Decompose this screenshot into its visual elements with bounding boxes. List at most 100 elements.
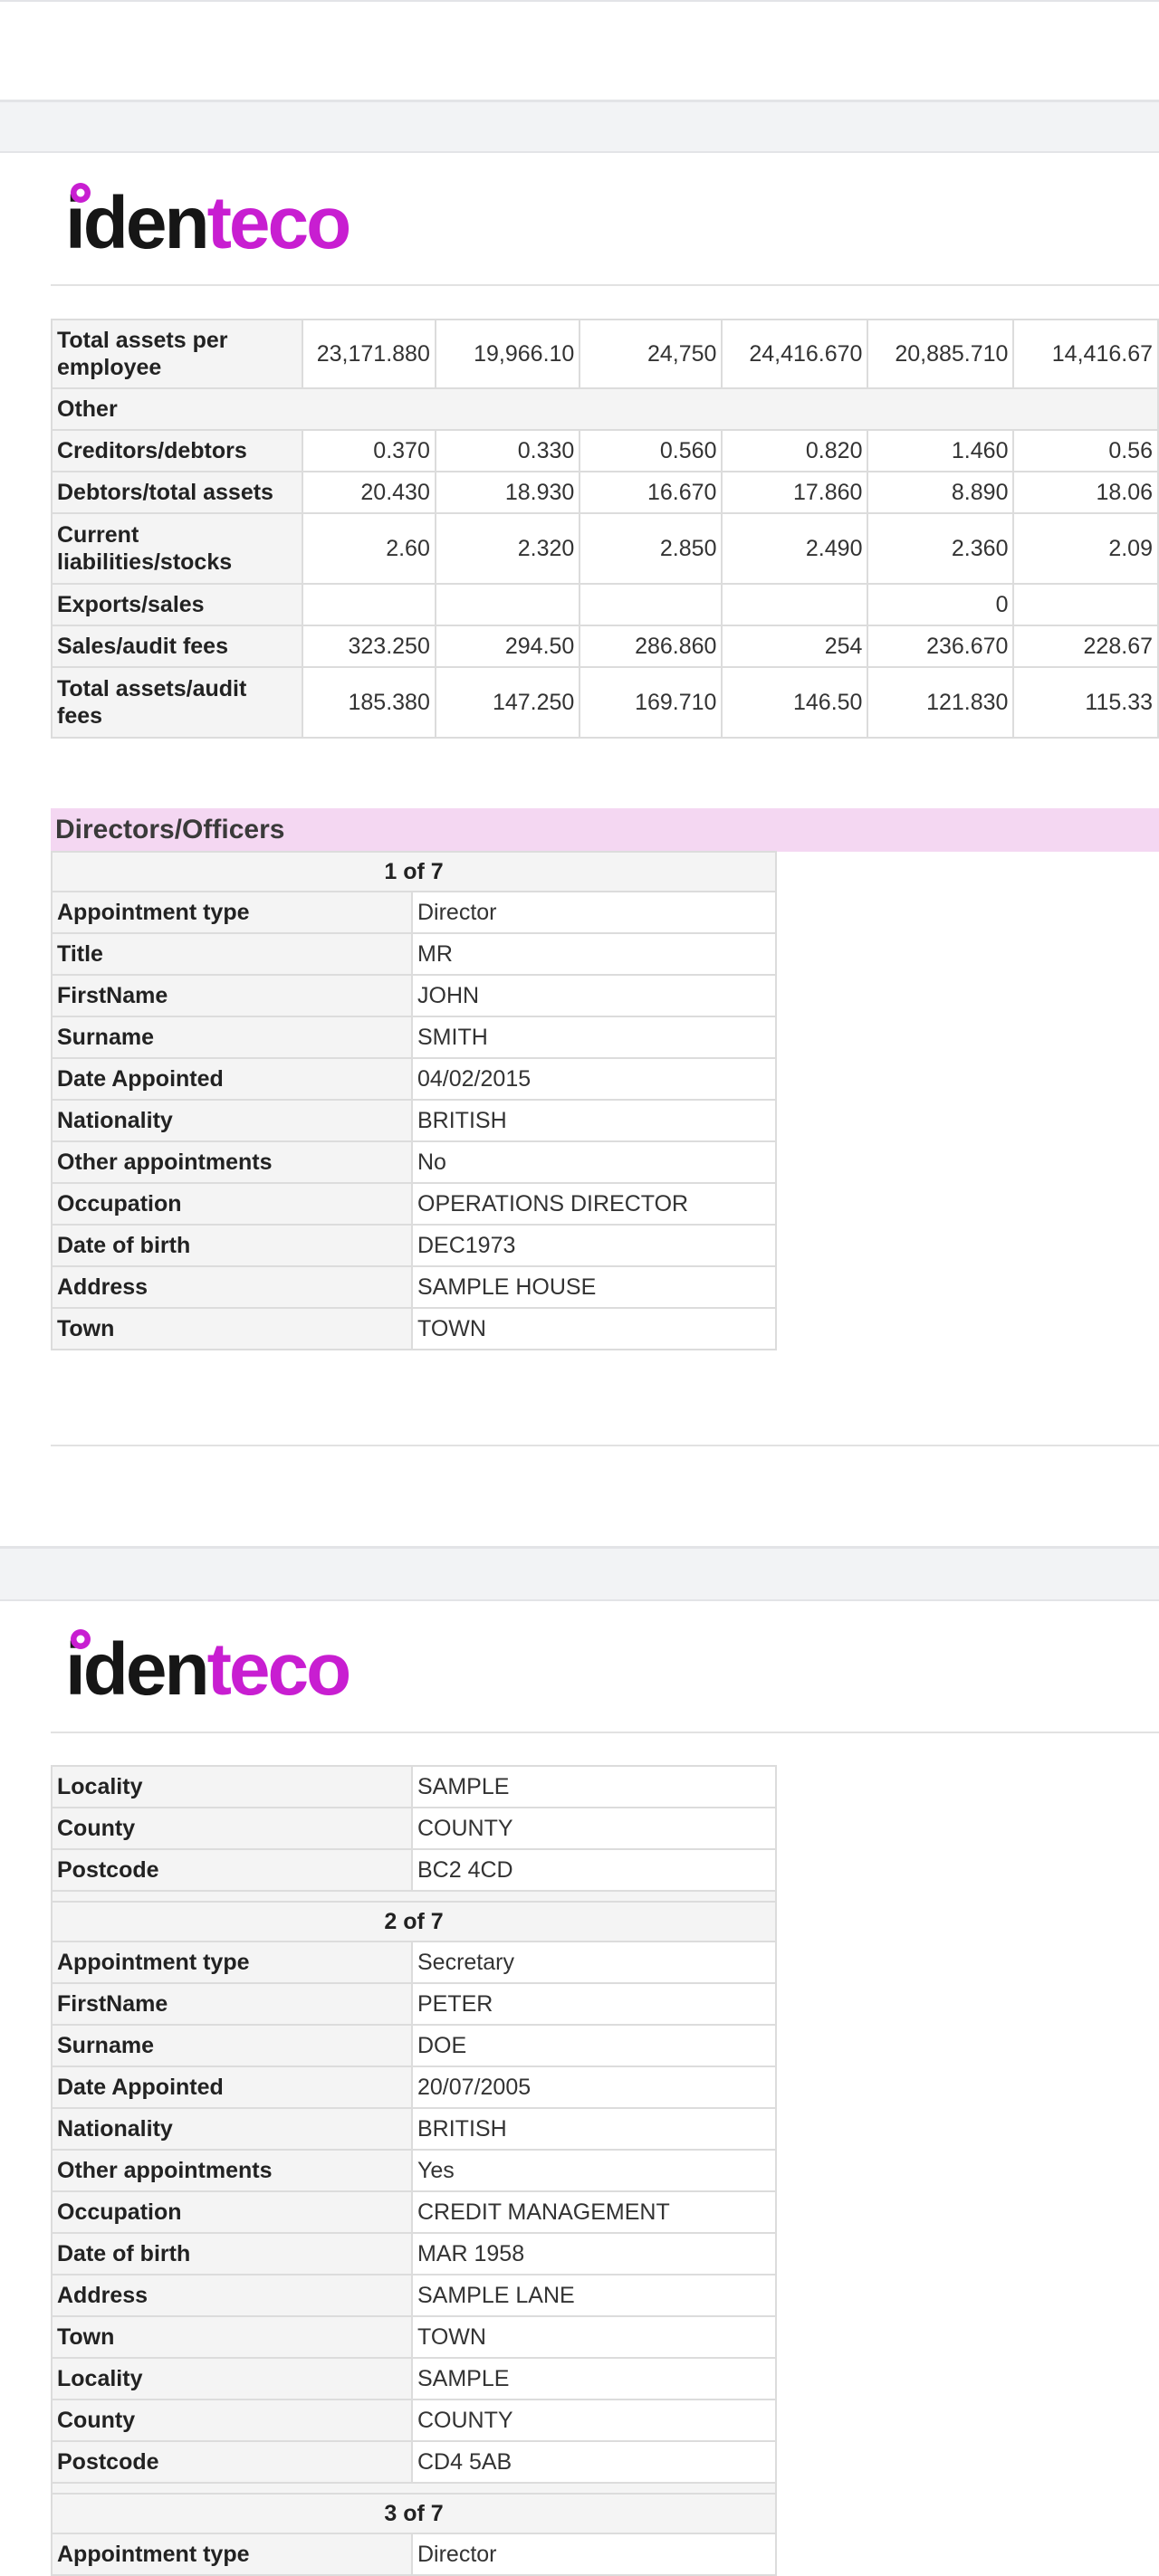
officer-table-1: 1 of 7 Appointment type Director Title MR Fir…	[50, 851, 778, 1350]
header-rule	[51, 1732, 1159, 1733]
field-value: Director	[411, 2533, 777, 2576]
ratio-value: 2.60	[302, 512, 436, 585]
spacer-cell	[51, 2482, 777, 2495]
field-label: Nationality	[51, 2107, 413, 2151]
field-label: Date of birth	[51, 2232, 413, 2275]
field-value: Yes	[411, 2149, 777, 2192]
ratio-value: 121.830	[867, 666, 1015, 739]
field-value: COUNTY	[411, 2399, 777, 2442]
officer-counter: 2 of 7	[51, 1901, 777, 1942]
ratio-row: Creditors/debtors 0.370 0.330 0.560 0.820 1.4…	[50, 429, 1159, 472]
ratio-row: Exports/sales 0	[50, 583, 1159, 626]
ratio-value	[302, 583, 436, 626]
ratio-value: 0.560	[579, 429, 723, 472]
ratio-row: Debtors/total assets 20.430 18.930 16.670 17…	[50, 471, 1159, 514]
officer-row: FirstName JOHN	[51, 974, 778, 1017]
officer-table-2: Locality SAMPLE County COUNTY Postcode BC2 4C…	[51, 1765, 777, 2576]
officer-header-row: 1 of 7	[50, 851, 778, 892]
ratio-value: 228.67	[1012, 625, 1159, 668]
field-label: Appointment type	[51, 1941, 413, 1984]
officer-row: Locality SAMPLE	[51, 1765, 777, 1808]
ratio-label: Current liabilities/stocks	[50, 512, 304, 585]
officer-row: Appointment type Director	[51, 2533, 777, 2576]
field-value: OPERATIONS DIRECTOR	[410, 1182, 778, 1226]
field-label: Address	[51, 2274, 413, 2317]
officer-header-row: 2 of 7	[51, 1901, 777, 1942]
ratio-row: Total assets per employee 23,171.880 19,96…	[50, 319, 1159, 389]
ratio-label: Total assets per employee	[50, 319, 304, 389]
field-value: No	[410, 1140, 778, 1184]
officer-row: Appointment type Secretary	[51, 1941, 777, 1984]
field-value: MR	[410, 932, 778, 976]
officer-row: Town TOWN	[51, 1307, 778, 1350]
officer-row: Postcode BC2 4CD	[51, 1848, 777, 1892]
field-label: Town	[51, 1307, 413, 1350]
ratio-value: 24,750	[579, 319, 723, 389]
field-label: Nationality	[51, 1099, 413, 1142]
field-value: PETER	[411, 1982, 777, 2026]
ratio-value	[579, 583, 723, 626]
field-label: Occupation	[51, 2190, 413, 2234]
officer-row: County COUNTY	[51, 2399, 777, 2442]
field-label: Postcode	[51, 2440, 413, 2484]
page-gap-2	[0, 1546, 1159, 1601]
field-value: SAMPLE	[411, 2357, 777, 2400]
field-value: Secretary	[411, 1941, 777, 1984]
ratio-value: 2.09	[1012, 512, 1159, 585]
field-value: SAMPLE	[411, 1765, 777, 1808]
ratio-value: 1.460	[867, 429, 1015, 472]
ratio-value: 18.06	[1012, 471, 1159, 514]
ratio-value: 19,966.10	[434, 319, 581, 389]
ratio-value: 169.710	[579, 666, 723, 739]
officer-row: Other appointments No	[51, 1140, 778, 1184]
group-spacer	[51, 1890, 777, 1903]
ratio-value: 8.890	[867, 471, 1015, 514]
field-label: Date Appointed	[51, 2066, 413, 2109]
ratio-value: 0.820	[721, 429, 869, 472]
field-label: Surname	[51, 1016, 413, 1059]
field-label: Postcode	[51, 1848, 413, 1892]
ratio-value: 0	[867, 583, 1015, 626]
field-label: Surname	[51, 2024, 413, 2067]
officer-row: Title MR	[51, 932, 778, 976]
ratio-value: 2.490	[721, 512, 869, 585]
officer-row: Address SAMPLE HOUSE	[51, 1265, 778, 1309]
field-value: CD4 5AB	[411, 2440, 777, 2484]
field-value: TOWN	[411, 2315, 777, 2359]
field-label: Date of birth	[51, 1224, 413, 1267]
field-value: TOWN	[410, 1307, 778, 1350]
field-label: Other appointments	[51, 1140, 413, 1184]
officer-counter: 3 of 7	[51, 2493, 777, 2534]
ratio-value: 254	[721, 625, 869, 668]
officer-header-row: 3 of 7	[51, 2493, 777, 2534]
ratio-value: 0.330	[434, 429, 581, 472]
field-label: County	[51, 2399, 413, 2442]
page-gap-1	[0, 100, 1159, 153]
officer-row: Locality SAMPLE	[51, 2357, 777, 2400]
ratio-value: 2.850	[579, 512, 723, 585]
ratio-row: Total assets/audit fees 185.380 147.250 169…	[50, 666, 1159, 739]
officer-row: Nationality BRITISH	[51, 2107, 777, 2151]
ratio-value: 2.360	[867, 512, 1015, 585]
officer-row: Occupation OPERATIONS DIRECTOR	[51, 1182, 778, 1226]
field-value: SAMPLE HOUSE	[410, 1265, 778, 1309]
ratio-value: 323.250	[302, 625, 436, 668]
field-label: Locality	[51, 1765, 413, 1808]
field-value: JOHN	[410, 974, 778, 1017]
officer-row: Date of birth MAR 1958	[51, 2232, 777, 2275]
field-value: DEC1973	[410, 1224, 778, 1267]
ratio-value: 20.430	[302, 471, 436, 514]
officer-row: Address SAMPLE LANE	[51, 2274, 777, 2317]
ratio-value: 236.670	[867, 625, 1015, 668]
header-rule	[51, 284, 1159, 286]
group-spacer	[51, 2482, 777, 2495]
field-label: Address	[51, 1265, 413, 1309]
ratio-label: Other	[51, 387, 1159, 431]
field-value: 04/02/2015	[410, 1057, 778, 1101]
field-label: Appointment type	[51, 2533, 413, 2576]
ratio-value: 24,416.670	[721, 319, 869, 389]
officer-row: County COUNTY	[51, 1807, 777, 1850]
ratio-value: 115.33	[1012, 666, 1159, 739]
officer-row: Nationality BRITISH	[51, 1099, 778, 1142]
officer-row: Town TOWN	[51, 2315, 777, 2359]
